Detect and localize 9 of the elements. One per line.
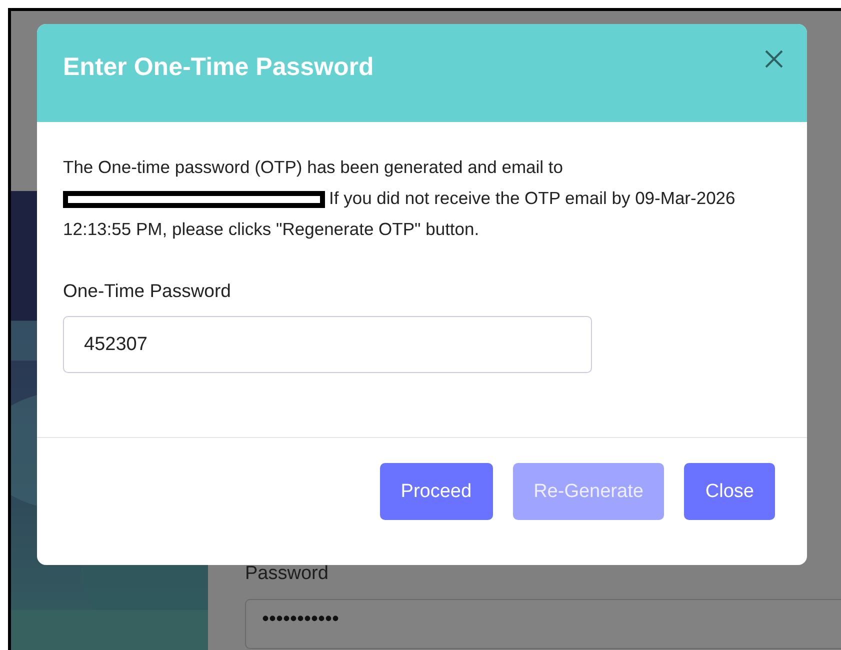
proceed-button[interactable]: Proceed — [380, 463, 493, 520]
field-label: One-Time Password — [63, 280, 232, 302]
close-button[interactable]: Close — [684, 463, 775, 520]
password-field[interactable]: ••••••••••• — [245, 599, 841, 649]
message-text: The One-time password (OTP) has been generated and email to If you did not receive the OTP email by 09-Mar-2026 12:13:55 PM, please clicks "Regenerate OTP" button. — [63, 156, 736, 241]
field-label: Password — [245, 563, 330, 585]
dialog-title: Enter One-Time Password — [63, 52, 374, 82]
otp-input-field[interactable]: 452307 — [63, 316, 592, 373]
close-icon[interactable] — [765, 50, 783, 68]
